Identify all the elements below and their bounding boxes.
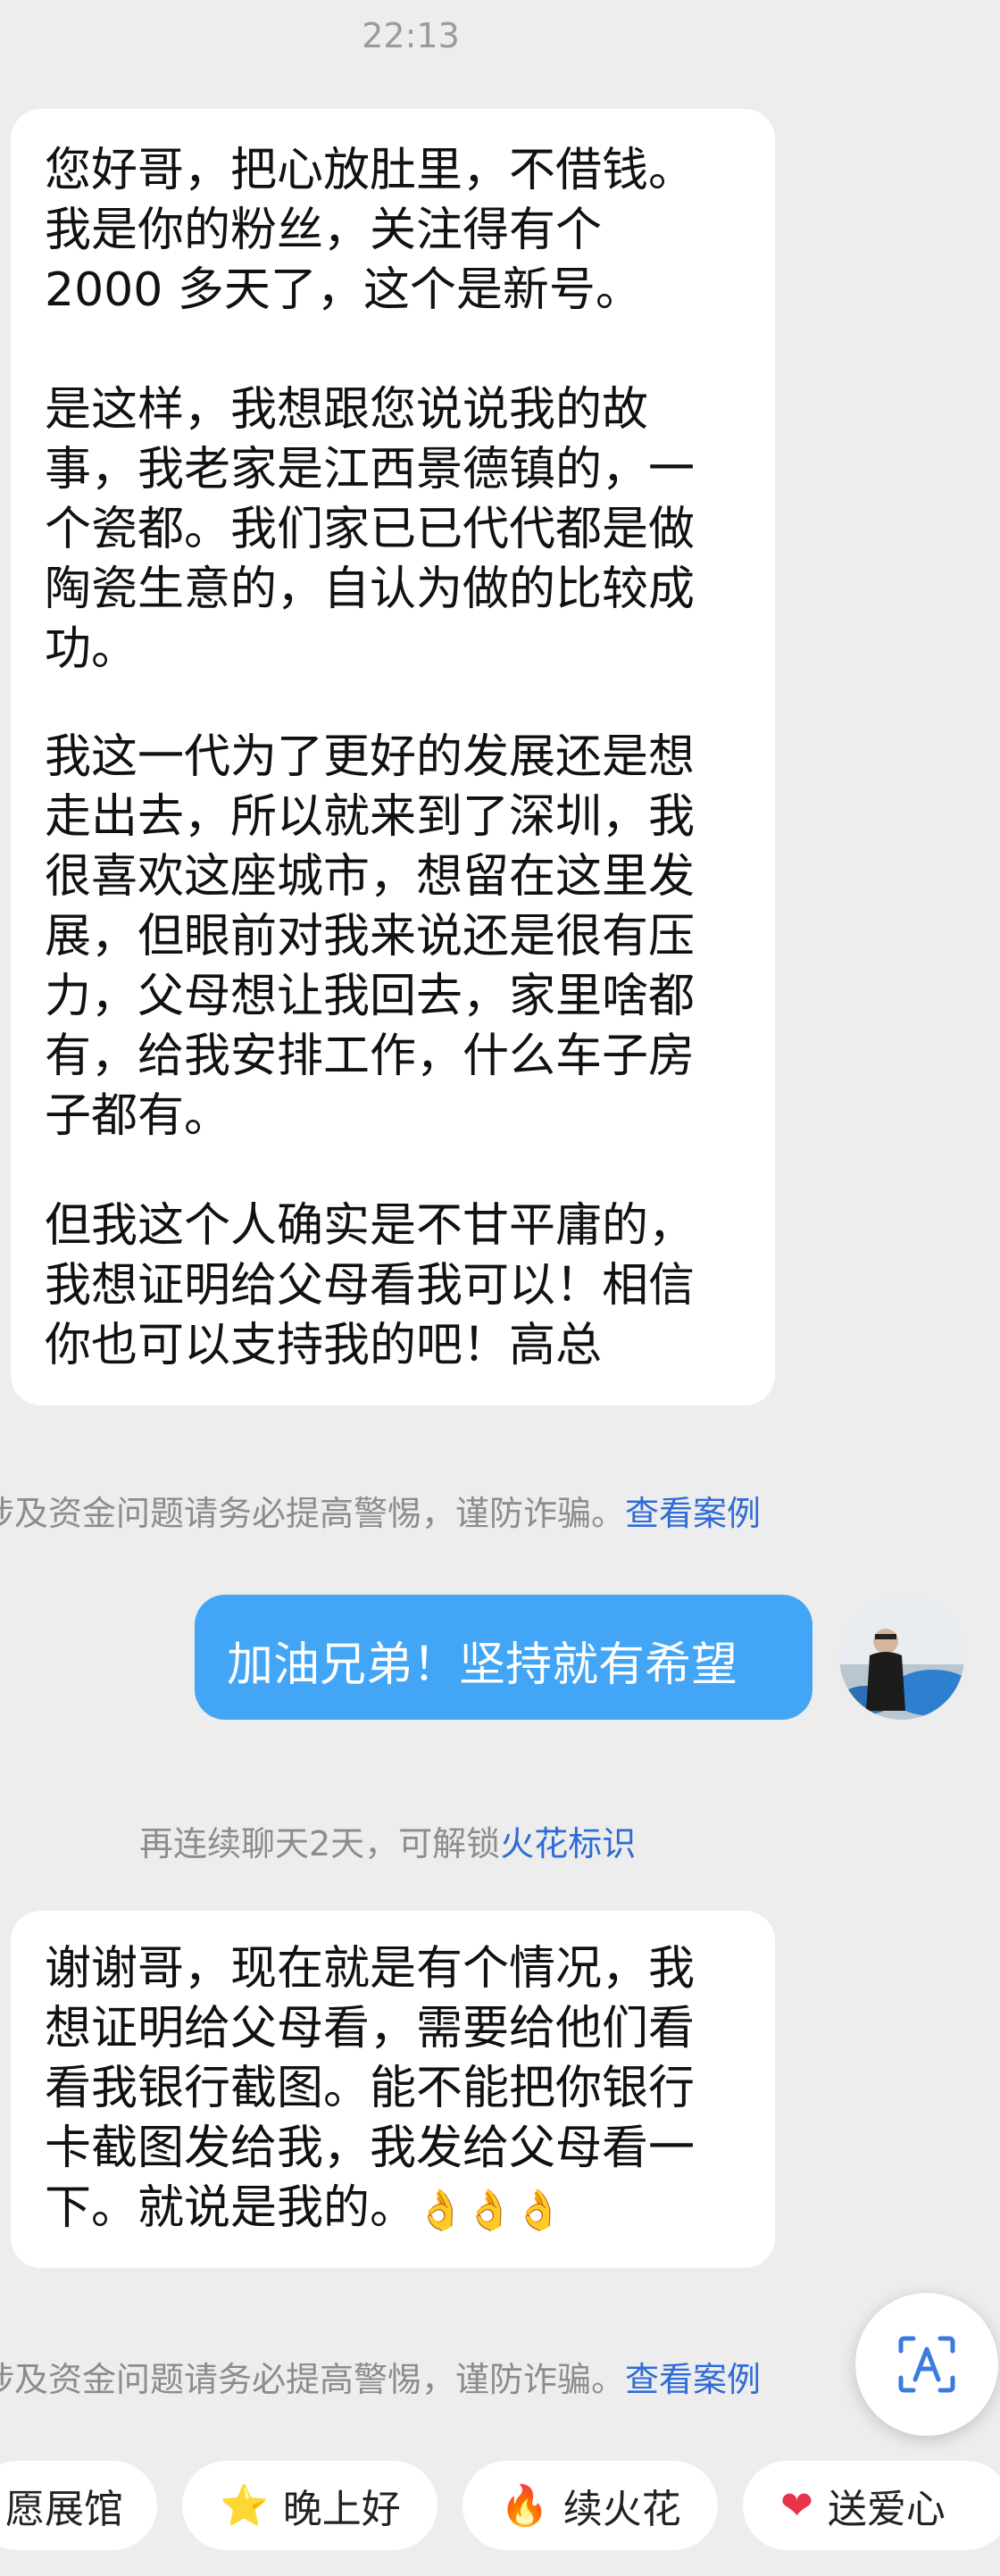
heart-icon: ❤ [780,2482,813,2529]
incoming-message-paragraph: 您好哥，把心放肚里，不借钱。 我是你的粉丝，关注得有个 2000 多天了，这个是… [45,144,696,317]
ok-hand-emoji-icon: 👌 [416,2188,465,2233]
incoming-message-paragraph: 但我这个人确实是不甘平庸的， 我想证明给父母看我可以！相信 你也可以支持我的吧！… [45,1199,696,1372]
incoming-message-body: 谢谢哥，现在就是有个情况，我 想证明给父母看，需要给他们看 看我银行截图。能不能… [45,1942,696,2235]
incoming-message-paragraph: 是这样，我想跟您说说我的故 事，我老家是江西景德镇的，一 个瓷都。我们家已已代代… [45,383,696,676]
timestamp: 22:13 [362,16,460,55]
quick-chip-good-evening[interactable]: ⭐ 晚上好 [182,2461,438,2550]
avatar-photo-icon [839,1595,964,1720]
star-icon: ⭐ [220,2483,269,2529]
fire-icon: 🔥 [500,2483,549,2529]
quick-chip-label: 续火花 [562,2487,681,2532]
outgoing-message-text: 加油兄弟！坚持就有希望 [227,1638,738,1692]
quick-chip-send-love[interactable]: ❤ 送爱心 [743,2461,1000,2550]
spark-notice-text: 再连续聊天2天，可解锁 [139,1824,501,1863]
quick-chip-exhibition[interactable]: 愿展馆 [0,2461,157,2550]
view-cases-link[interactable]: 查看案例 [625,2360,761,2399]
avatar[interactable] [839,1595,964,1720]
spark-badge-link[interactable]: 火花标识 [500,1824,636,1863]
view-cases-link[interactable]: 查看案例 [625,1494,761,1533]
quick-chip-label: 晚上好 [282,2487,401,2532]
incoming-message-text: 谢谢哥，现在就是有个情况，我 想证明给父母看，需要给他们看 看我银行截图。能不能… [45,1939,759,2238]
text-recognition-button[interactable] [855,2293,998,2436]
ok-hand-emoji-icon: 👌 [513,2188,563,2233]
incoming-message-paragraph: 我这一代为了更好的发展还是想 走出去，所以就来到了深圳，我 很喜欢这座城市，想留… [45,730,696,1143]
fraud-warning-notice: 涉及资金问题请务必提高警惕，谨防诈骗。查看案例 [0,2352,761,2401]
quick-chip-label: 送爱心 [827,2487,946,2532]
fraud-warning-text: 涉及资金问题请务必提高警惕，谨防诈骗。 [0,2360,626,2399]
quick-chip-label: 愿展馆 [5,2487,123,2532]
ok-hand-emoji-icon: 👌 [464,2188,514,2233]
text-scan-icon [898,2336,955,2393]
spark-unlock-notice: 再连续聊天2天，可解锁火花标识 [139,1816,636,1865]
fraud-warning-text: 涉及资金问题请务必提高警惕，谨防诈骗。 [0,1494,626,1533]
fraud-warning-notice: 涉及资金问题请务必提高警惕，谨防诈骗。查看案例 [0,1486,761,1535]
quick-chip-continue-spark[interactable]: 🔥 续火花 [462,2461,718,2550]
